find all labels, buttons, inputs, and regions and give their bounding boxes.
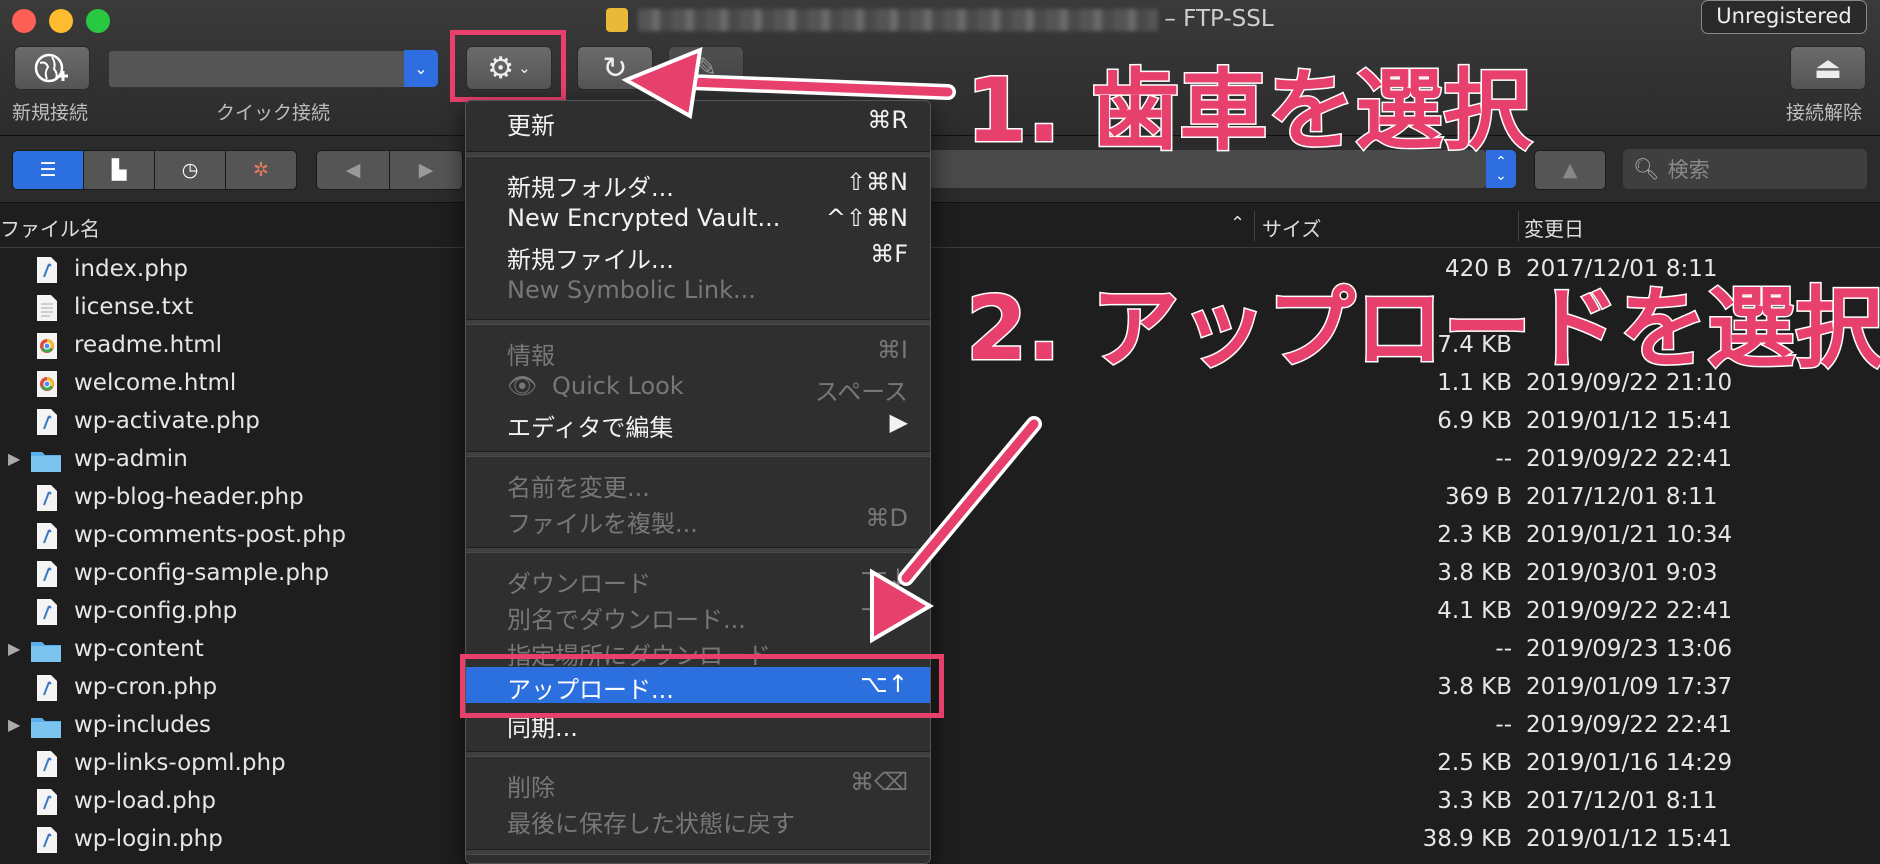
- annotation-step1: 1. 歯車を選択: [964, 58, 1532, 164]
- annotation-step2: 2. アップロードを選択: [964, 276, 1880, 382]
- annotation-arrows: [621, 46, 1042, 644]
- step1-arrow: [621, 46, 956, 120]
- step2-arrow: [870, 416, 1042, 644]
